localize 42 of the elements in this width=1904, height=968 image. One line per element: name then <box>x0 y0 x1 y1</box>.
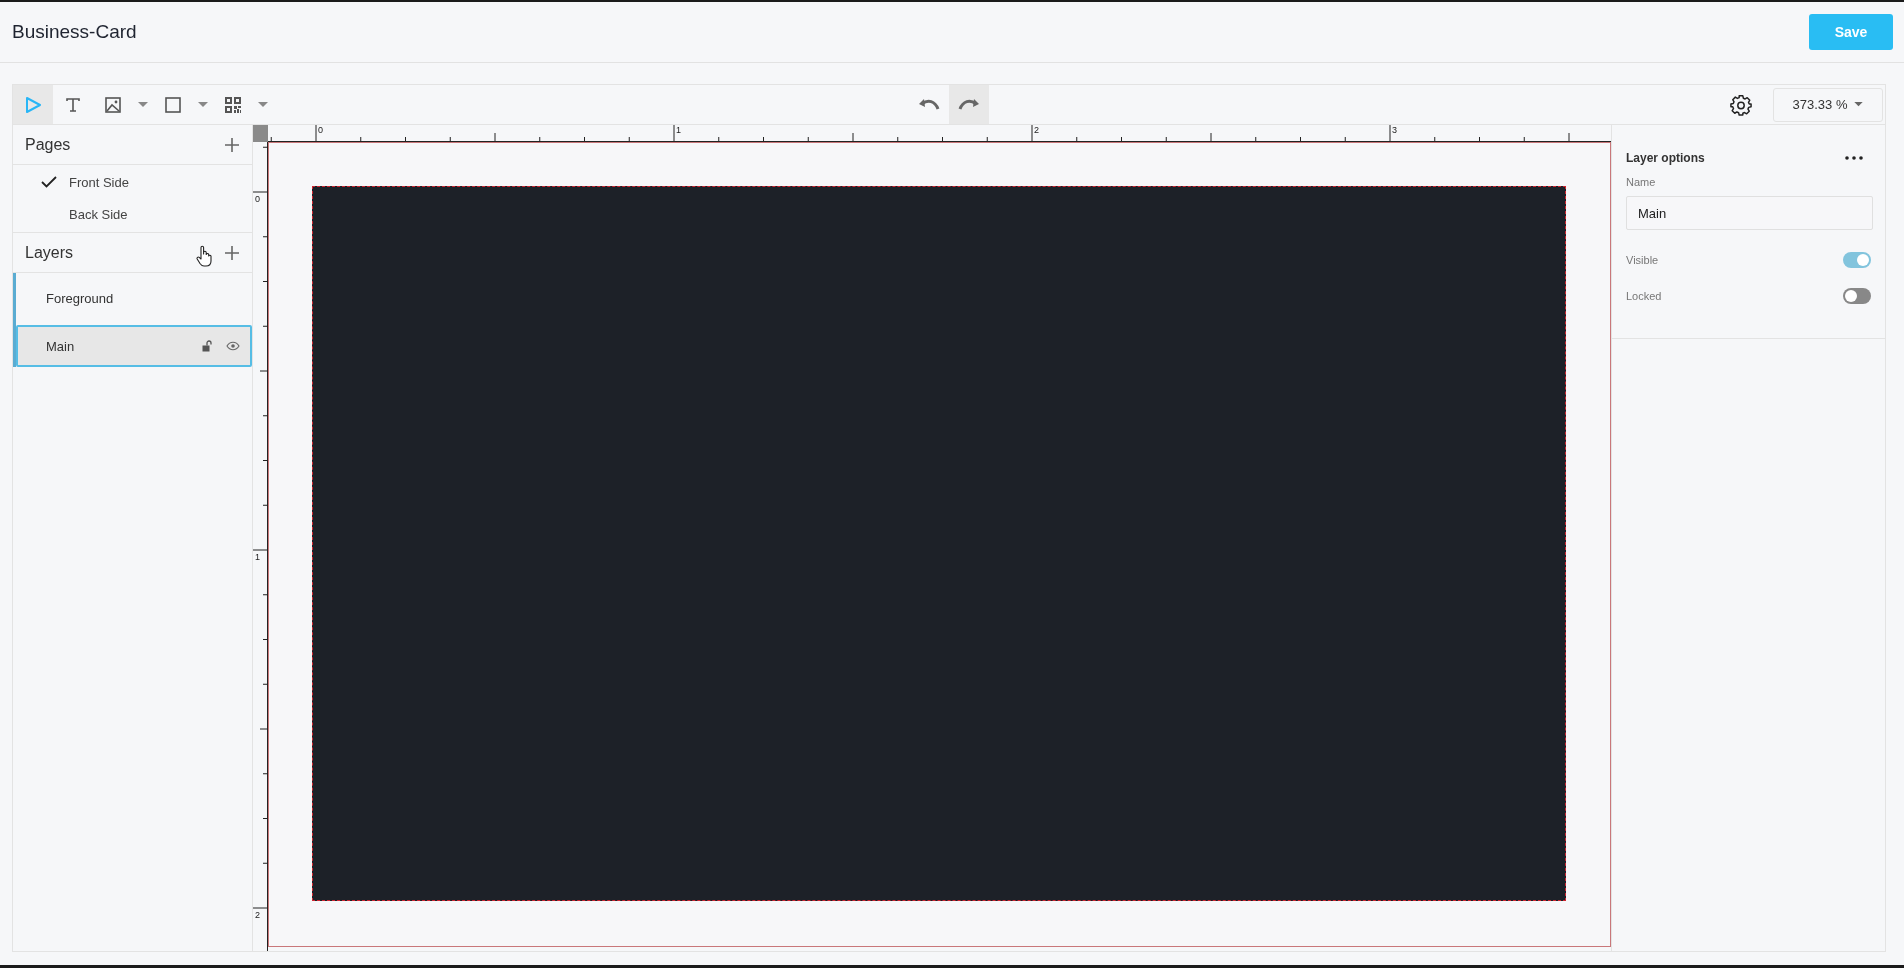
text-icon <box>64 95 82 114</box>
layers-heading: Layers <box>25 243 75 262</box>
ruler-label: 3 <box>1392 125 1397 135</box>
add-page-button[interactable] <box>224 136 240 153</box>
undo-icon <box>918 97 940 112</box>
page-label: Front Side <box>69 174 129 190</box>
toggle-switch[interactable] <box>1843 288 1871 304</box>
ruler-corner <box>253 125 268 142</box>
caret-icon <box>1854 102 1864 107</box>
zoom-dropdown[interactable]: 373.33 % <box>1773 87 1883 122</box>
layer-item[interactable]: Main <box>16 325 252 367</box>
ruler-label: 1 <box>676 125 681 135</box>
redo-icon <box>958 97 980 112</box>
lock-icon[interactable] <box>202 340 212 352</box>
pointer-icon <box>24 95 42 114</box>
field-label: Name <box>1626 176 1657 188</box>
image-icon <box>104 95 122 114</box>
page-label: Back Side <box>69 206 128 222</box>
pages-heading: Pages <box>25 135 72 154</box>
redo-button[interactable] <box>949 85 989 124</box>
document-title: Business-Card <box>12 21 137 43</box>
ruler-label: 0 <box>318 125 323 135</box>
square-icon <box>164 95 182 114</box>
page-item[interactable]: Back Side <box>13 198 252 230</box>
toggle-label: Visible <box>1626 254 1659 266</box>
ruler-label: 1 <box>255 552 260 562</box>
toggle-label: Locked <box>1626 290 1662 302</box>
settings-icon <box>1730 93 1752 116</box>
page-item[interactable]: Front Side <box>13 166 252 198</box>
ruler-label: 0 <box>255 194 260 204</box>
hand-cursor-icon <box>196 244 212 267</box>
add-layer-button[interactable] <box>224 244 240 261</box>
ruler-label: 2 <box>255 910 260 920</box>
ruler-label: 2 <box>1034 125 1039 135</box>
layer-name: Foreground <box>46 290 115 306</box>
qr-code-icon <box>224 95 242 114</box>
panel-title: Layer options <box>1626 151 1705 165</box>
layer-name: Main <box>46 338 76 354</box>
toggle-switch[interactable] <box>1843 252 1871 268</box>
eye-icon[interactable] <box>226 341 240 351</box>
name-input-field[interactable]: Main <box>1626 196 1873 230</box>
layer-item[interactable]: Foreground <box>16 273 252 323</box>
